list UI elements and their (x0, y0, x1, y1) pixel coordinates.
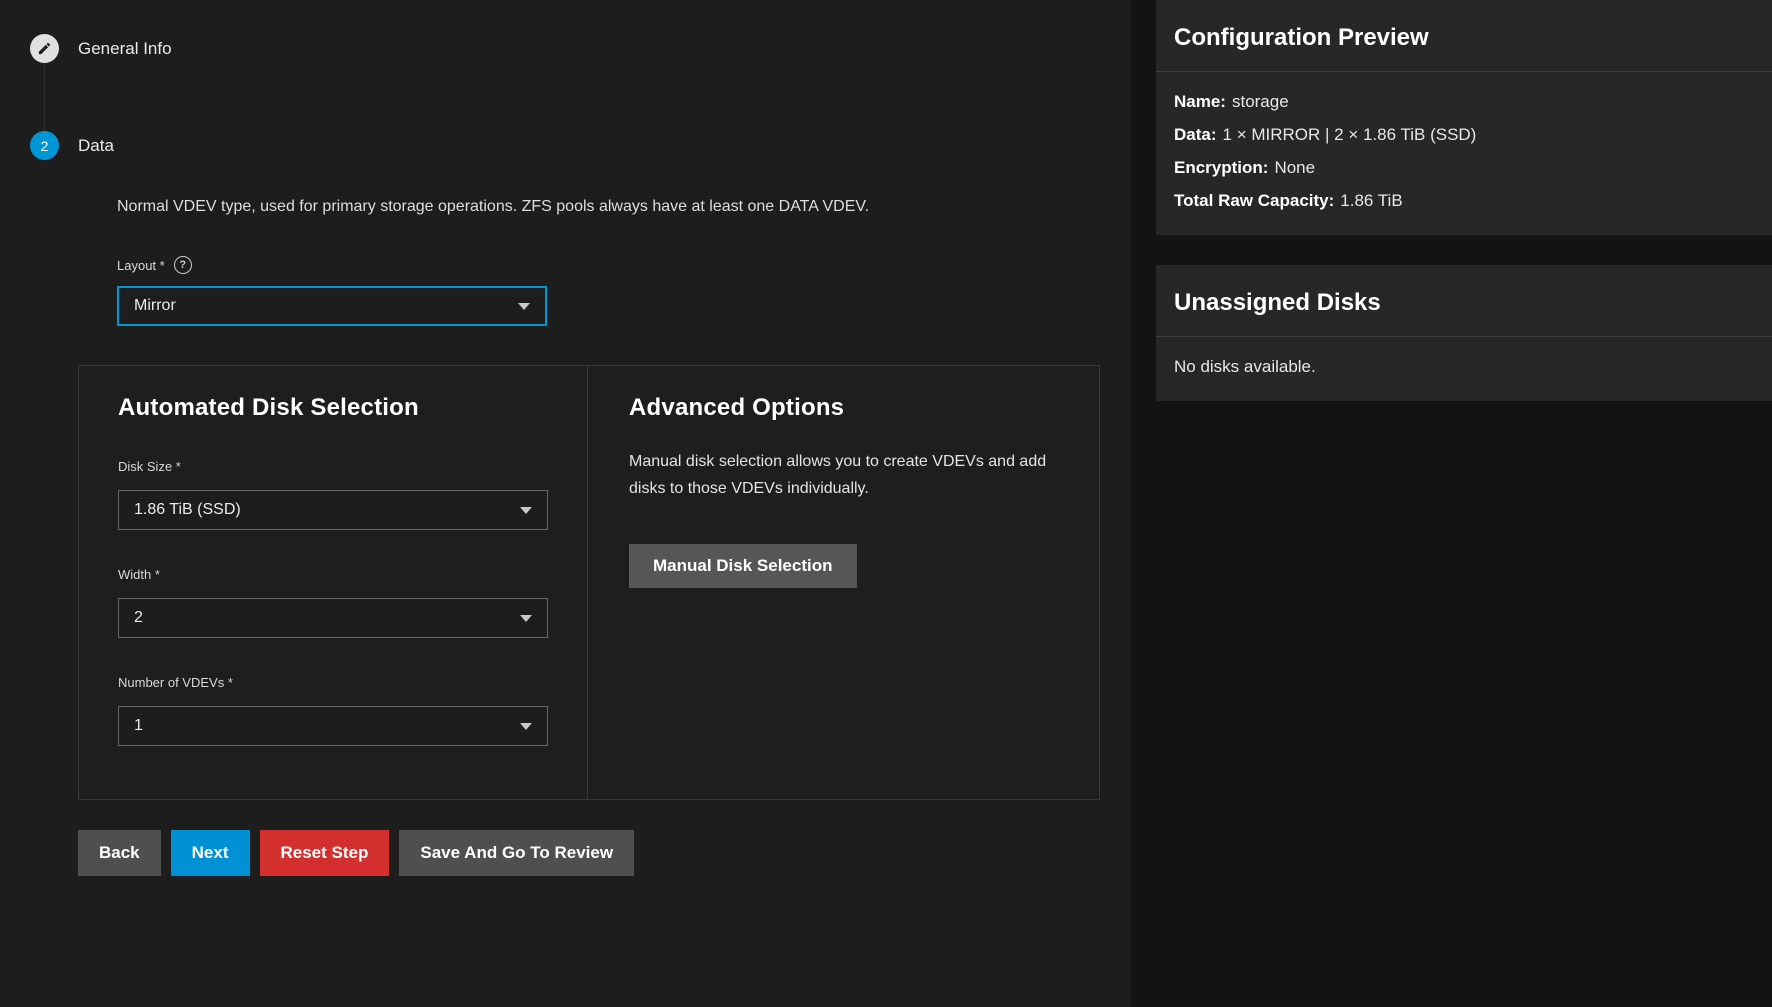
right-sidebar: Configuration Preview Name: storage Data:… (1131, 0, 1772, 1007)
config-row-encryption-value: None (1274, 158, 1315, 177)
unassigned-disks-body: No disks available. (1156, 337, 1772, 401)
step-general-info[interactable]: General Info (0, 34, 1131, 63)
edit-icon (37, 41, 52, 56)
layout-label-row: Layout * ? (117, 256, 1131, 274)
back-button[interactable]: Back (78, 830, 161, 876)
configuration-preview-header: Configuration Preview (1156, 0, 1772, 72)
unassigned-disks-title: Unassigned Disks (1174, 289, 1754, 317)
help-icon[interactable]: ? (174, 256, 192, 274)
no-disks-message: No disks available. (1174, 357, 1754, 377)
config-row-data: Data: 1 × MIRROR | 2 × 1.86 TiB (SSD) (1174, 125, 1754, 145)
config-row-name-label: Name: (1174, 92, 1226, 111)
layout-select-value: Mirror (134, 297, 176, 315)
config-row-encryption-label: Encryption: (1174, 158, 1268, 177)
disk-size-label: Disk Size * (118, 459, 587, 474)
step-2-indicator[interactable]: 2 (30, 131, 59, 160)
step-1-indicator[interactable] (30, 34, 59, 63)
disk-selection-panel: Automated Disk Selection Disk Size * 1.8… (78, 365, 1100, 800)
unassigned-disks-header: Unassigned Disks (1156, 265, 1772, 337)
step-1-label: General Info (78, 39, 172, 59)
width-select[interactable]: 2 (118, 598, 548, 638)
config-row-total-raw-capacity-label: Total Raw Capacity: (1174, 191, 1334, 210)
step-data[interactable]: 2 Data (0, 131, 1131, 160)
config-row-total-raw-capacity: Total Raw Capacity: 1.86 TiB (1174, 191, 1754, 211)
number-of-vdevs-select[interactable]: 1 (118, 706, 548, 746)
config-row-name: Name: storage (1174, 92, 1754, 112)
advanced-description: Manual disk selection allows you to crea… (629, 448, 1059, 502)
automated-disk-selection-section: Automated Disk Selection Disk Size * 1.8… (79, 366, 588, 799)
chevron-down-icon (520, 723, 532, 730)
layout-label: Layout * (117, 258, 165, 273)
width-value: 2 (134, 609, 143, 627)
config-row-total-raw-capacity-value: 1.86 TiB (1340, 191, 1402, 210)
step-actions: Back Next Reset Step Save And Go To Revi… (78, 830, 1131, 876)
number-of-vdevs-label: Number of VDEVs * (118, 675, 587, 690)
number-of-vdevs-field: Number of VDEVs * 1 (118, 675, 587, 746)
next-button[interactable]: Next (171, 830, 250, 876)
data-step-body: Normal VDEV type, used for primary stora… (117, 198, 1131, 326)
width-field: Width * 2 (118, 567, 587, 638)
disk-size-value: 1.86 TiB (SSD) (134, 501, 241, 519)
disk-size-field: Disk Size * 1.86 TiB (SSD) (118, 459, 587, 530)
vdev-description: Normal VDEV type, used for primary stora… (117, 198, 1131, 216)
chevron-down-icon (518, 303, 530, 310)
automated-section-title: Automated Disk Selection (118, 394, 587, 422)
config-row-data-value: 1 × MIRROR | 2 × 1.86 TiB (SSD) (1223, 125, 1477, 144)
layout-select[interactable]: Mirror (117, 286, 547, 326)
unassigned-disks-card: Unassigned Disks No disks available. (1156, 265, 1772, 401)
chevron-down-icon (520, 507, 532, 514)
reset-step-button[interactable]: Reset Step (260, 830, 390, 876)
config-row-data-label: Data: (1174, 125, 1217, 144)
stepper-connector (44, 63, 45, 131)
save-and-go-to-review-button[interactable]: Save And Go To Review (399, 830, 634, 876)
number-of-vdevs-value: 1 (134, 717, 143, 735)
configuration-preview-title: Configuration Preview (1174, 24, 1754, 52)
advanced-section-title: Advanced Options (629, 394, 1059, 422)
config-row-encryption: Encryption: None (1174, 158, 1754, 178)
pool-creation-wizard: General Info 2 Data Normal VDEV type, us… (0, 0, 1772, 1007)
wizard-main: General Info 2 Data Normal VDEV type, us… (0, 0, 1131, 1007)
disk-size-select[interactable]: 1.86 TiB (SSD) (118, 490, 548, 530)
chevron-down-icon (520, 615, 532, 622)
configuration-preview-card: Configuration Preview Name: storage Data:… (1156, 0, 1772, 235)
width-label: Width * (118, 567, 587, 582)
step-2-label: Data (78, 136, 114, 156)
advanced-options-section: Advanced Options Manual disk selection a… (588, 366, 1099, 799)
config-row-name-value: storage (1232, 92, 1289, 111)
configuration-preview-body: Name: storage Data: 1 × MIRROR | 2 × 1.86 … (1156, 72, 1772, 235)
manual-disk-selection-button[interactable]: Manual Disk Selection (629, 544, 857, 588)
